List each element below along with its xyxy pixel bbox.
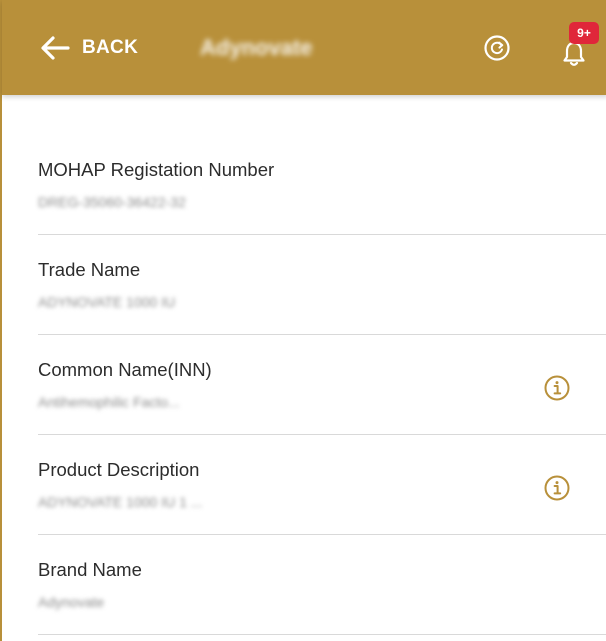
page-title: Adynovate: [200, 35, 313, 60]
detail-label: Trade Name: [38, 259, 141, 280]
detail-value: ADYNOVATE 1000 IU 1 ...: [38, 494, 203, 510]
product-details-screen: BACK Adynovate 9+ MOHAP Registation Numb…: [0, 0, 606, 641]
refresh-icon[interactable]: [482, 33, 512, 63]
back-button-label: BACK: [82, 37, 139, 58]
detail-row-brand-name: Brand Name Adynovate: [38, 535, 606, 635]
notifications-button[interactable]: 9+: [557, 22, 601, 74]
detail-label: Brand Name: [38, 559, 142, 580]
top-app-bar: BACK Adynovate 9+: [2, 0, 606, 95]
info-icon[interactable]: [543, 474, 571, 502]
detail-value: Adynovate: [38, 594, 105, 610]
detail-row-registration-number: MOHAP Registation Number DREG-35060-3642…: [38, 135, 606, 235]
detail-value: DREG-35060-36422-32: [38, 194, 186, 210]
detail-label: MOHAP Registation Number: [38, 159, 275, 180]
detail-label: Common Name(INN): [38, 359, 212, 380]
detail-row-trade-name: Trade Name ADYNOVATE 1000 IU: [38, 235, 606, 335]
detail-label: Product Description: [38, 459, 200, 480]
detail-value: Antihemophilic Facto...: [38, 394, 180, 410]
detail-row-common-name: Common Name(INN) Antihemophilic Facto...: [38, 335, 606, 435]
info-icon[interactable]: [543, 374, 571, 402]
arrow-left-icon: [41, 36, 70, 60]
notification-count-badge: 9+: [569, 22, 599, 44]
bell-icon: [563, 41, 585, 66]
product-details-list: MOHAP Registation Number DREG-35060-3642…: [2, 135, 606, 635]
detail-value: ADYNOVATE 1000 IU: [38, 294, 176, 310]
back-button[interactable]: BACK: [40, 31, 138, 65]
detail-row-product-description: Product Description ADYNOVATE 1000 IU 1 …: [38, 435, 606, 535]
